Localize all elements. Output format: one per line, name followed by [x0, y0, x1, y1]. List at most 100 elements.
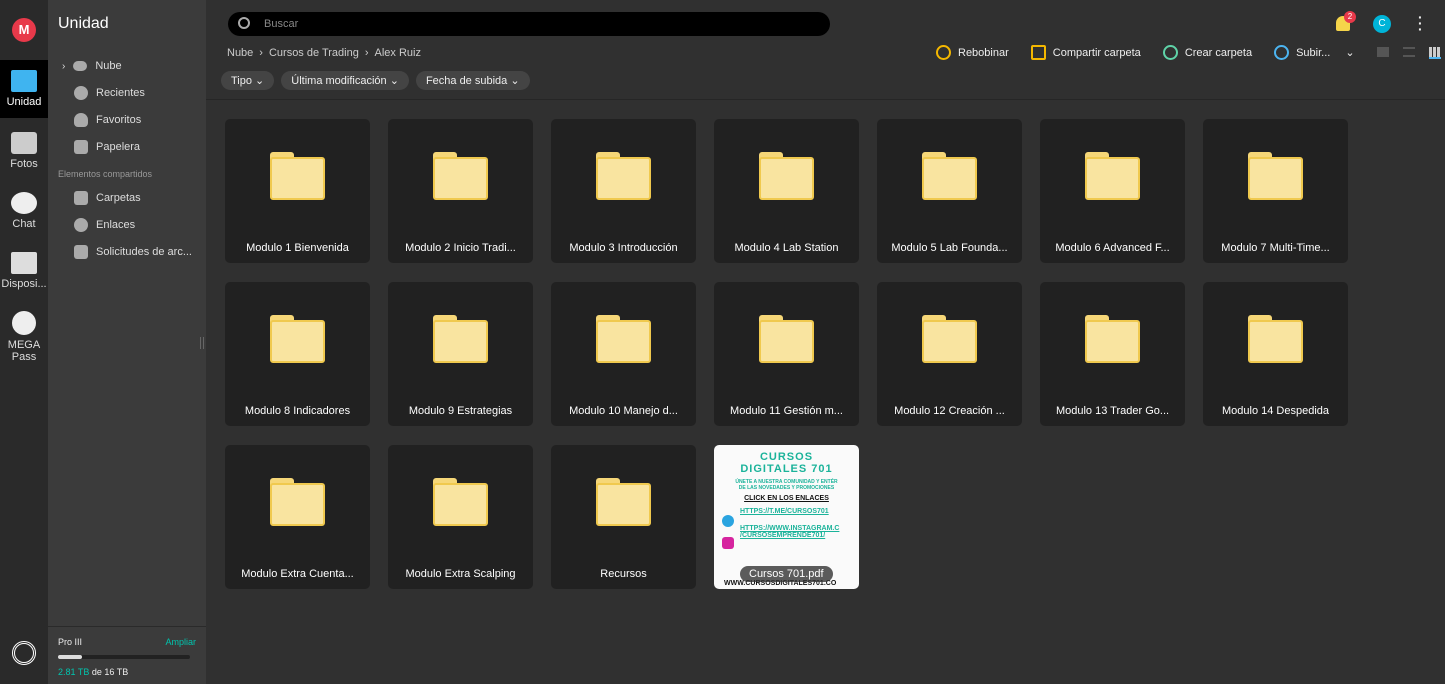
folder-name: Modulo 12 Creación ...	[894, 405, 1005, 417]
folder-icon	[1085, 152, 1140, 200]
clock-icon	[74, 86, 88, 100]
rail-item-dispositivos[interactable]: Disposi...	[0, 252, 48, 290]
filter-tipo[interactable]: Tipo ⌄	[221, 71, 275, 90]
folder-card[interactable]: Modulo 5 Lab Founda...	[877, 119, 1022, 263]
folder-icon	[596, 478, 651, 526]
sidebar-resize-handle[interactable]	[200, 337, 204, 349]
folder-icon	[433, 478, 488, 526]
folder-card[interactable]: Recursos	[551, 445, 696, 589]
folder-name: Modulo 11 Gestión m...	[730, 405, 843, 417]
telegram-icon	[722, 515, 734, 527]
sidebar-item-recientes[interactable]: Recientes	[74, 83, 145, 103]
folder-name: Modulo 5 Lab Founda...	[891, 242, 1008, 254]
folder-card[interactable]: Modulo 14 Despedida	[1203, 282, 1348, 426]
bell-icon[interactable]: 2	[1336, 11, 1356, 31]
folder-card[interactable]: Modulo 3 Introducción	[551, 119, 696, 263]
rail-item-unidad[interactable]: Unidad	[0, 60, 48, 118]
chevron-right-icon[interactable]: ›	[62, 61, 65, 72]
create-folder-button[interactable]: Crear carpeta	[1162, 45, 1252, 60]
devices-icon	[11, 252, 37, 274]
rail-item-mega-pass[interactable]: MEGA Pass	[0, 311, 48, 363]
shared-section-title: Elementos compartidos	[58, 169, 153, 179]
link-icon	[74, 218, 88, 232]
breadcrumb-item[interactable]: Nube	[227, 47, 253, 59]
storage-total: 16 TB	[104, 667, 129, 677]
rewind-button[interactable]: Rebobinar	[936, 45, 1009, 60]
gallery-view-icon[interactable]	[1376, 46, 1389, 57]
sidebar-item-papelera[interactable]: Papelera	[74, 137, 140, 157]
folder-card[interactable]: Modulo 1 Bienvenida	[225, 119, 370, 263]
folder-card[interactable]: Modulo 11 Gestión m...	[714, 282, 859, 426]
notification-badge: 2	[1344, 11, 1356, 23]
rail-label: MEGA Pass	[7, 339, 41, 363]
sidebar-title: Unidad	[58, 15, 109, 32]
breadcrumb-item[interactable]: Cursos de Trading	[269, 47, 359, 59]
share-folder-icon	[1030, 45, 1046, 60]
search-icon	[238, 17, 250, 29]
app-rail: M Unidad Fotos Chat Disposi... MEGA Pass	[0, 0, 48, 684]
folder-icon	[596, 315, 651, 363]
divider	[206, 99, 1445, 100]
sidebar-item-enlaces[interactable]: Enlaces	[74, 215, 135, 235]
list-view-icon[interactable]	[1402, 46, 1415, 57]
folder-name: Recursos	[600, 568, 647, 580]
sidebar-item-carpetas[interactable]: Carpetas	[74, 188, 141, 208]
chevron-down-icon[interactable]: ⌄	[1345, 46, 1354, 59]
folder-name: Modulo Extra Scalping	[405, 568, 516, 580]
folder-card[interactable]: Modulo 9 Estrategias	[388, 282, 533, 426]
file-card-pdf[interactable]: CURSOS DIGITALES 701 ÚNETE A NUESTRA COM…	[714, 445, 859, 589]
share-folder-button[interactable]: Compartir carpeta	[1030, 45, 1141, 60]
transfer-manager-icon[interactable]	[12, 641, 36, 665]
folder-card[interactable]: Modulo Extra Cuenta...	[225, 445, 370, 589]
grid-view-icon[interactable]	[1428, 46, 1441, 59]
plan-name: Pro III	[58, 637, 83, 647]
folder-icon	[11, 70, 37, 92]
thumb-text: HTTPS://WWW.INSTAGRAM.C	[740, 525, 840, 532]
folder-card[interactable]: Modulo 13 Trader Go...	[1040, 282, 1185, 426]
cloud-icon	[73, 61, 88, 71]
rail-item-fotos[interactable]: Fotos	[0, 132, 48, 170]
folder-icon	[922, 152, 977, 200]
toolbar: Rebobinar Compartir carpeta Crear carpet…	[936, 45, 1441, 60]
filter-fecha-subida[interactable]: Fecha de subida ⌄	[415, 71, 530, 90]
filters: Tipo ⌄ Última modificación ⌄ Fecha de su…	[221, 71, 530, 90]
folder-icon	[759, 152, 814, 200]
sidebar-item-nube[interactable]: › Nube	[62, 56, 122, 76]
search-input[interactable]: Buscar	[228, 12, 830, 36]
folder-name: Modulo 8 Indicadores	[244, 405, 351, 417]
filter-label: Fecha de subida	[425, 75, 508, 87]
thumb-text: DIGITALES 701	[740, 463, 833, 475]
sidebar-label: Papelera	[96, 141, 141, 153]
folder-card[interactable]: Modulo 6 Advanced F...	[1040, 119, 1185, 263]
upload-button[interactable]: Subir... ⌄	[1274, 45, 1355, 60]
rewind-label: Rebobinar	[958, 46, 1009, 59]
upgrade-link[interactable]: Ampliar	[165, 637, 196, 647]
folder-card[interactable]: Modulo 7 Multi-Time...	[1203, 119, 1348, 263]
folder-card[interactable]: Modulo 4 Lab Station	[714, 119, 859, 263]
filter-label: Última modificación	[291, 75, 387, 87]
filter-ultima-modificacion[interactable]: Última modificación ⌄	[281, 71, 409, 90]
folder-icon	[270, 478, 325, 526]
shared-folder-icon	[74, 191, 88, 205]
folder-card[interactable]: Modulo Extra Scalping	[388, 445, 533, 589]
folder-card[interactable]: Modulo 12 Creación ...	[877, 282, 1022, 426]
thumb-text: HTTPS://T.ME/CURSOS701	[740, 508, 829, 515]
folder-card[interactable]: Modulo 8 Indicadores	[225, 282, 370, 426]
avatar[interactable]: C	[1373, 15, 1391, 33]
rail-item-chat[interactable]: Chat	[0, 192, 48, 230]
thumb-text: CURSOS	[759, 451, 814, 463]
storage-bar	[58, 655, 190, 659]
rail-label: Unidad	[6, 96, 42, 108]
heart-icon	[74, 113, 88, 127]
sidebar-item-favoritos[interactable]: Favoritos	[74, 110, 141, 130]
mega-logo[interactable]: M	[12, 18, 36, 42]
folder-icon	[1248, 315, 1303, 363]
sidebar-item-solicitudes[interactable]: Solicitudes de arc...	[74, 242, 192, 262]
breadcrumb: Nube › Cursos de Trading › Alex Ruiz	[227, 47, 427, 59]
folder-name: Modulo 1 Bienvenida	[246, 242, 349, 254]
folder-icon	[1248, 152, 1303, 200]
folder-card[interactable]: Modulo 2 Inicio Tradi...	[388, 119, 533, 263]
storage-of: de	[91, 667, 102, 677]
folder-card[interactable]: Modulo 10 Manejo d...	[551, 282, 696, 426]
more-menu-icon[interactable]: · · ·	[1418, 10, 1423, 36]
